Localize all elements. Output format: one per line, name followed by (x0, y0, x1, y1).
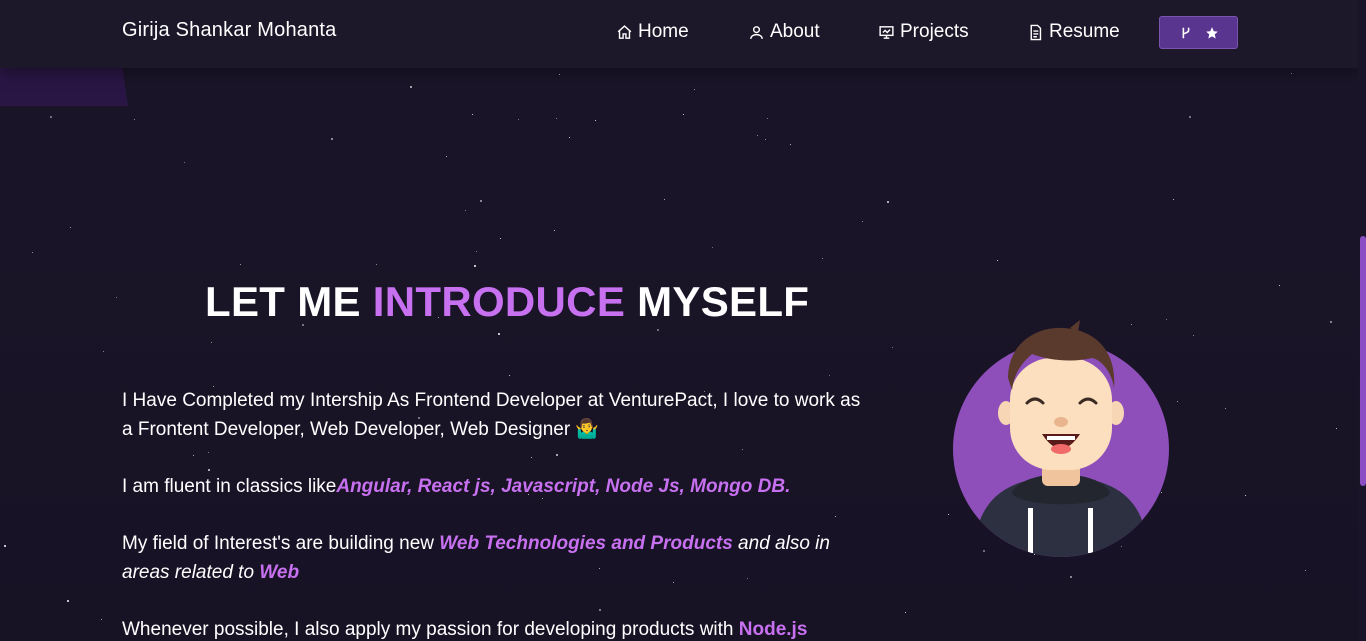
decorative-shape (0, 62, 128, 106)
star (498, 333, 500, 335)
star (509, 375, 511, 377)
star (1173, 199, 1175, 201)
skills-prefix: I am fluent in classics like (122, 476, 337, 497)
star (1245, 495, 1247, 497)
star (905, 612, 907, 614)
brand-logo[interactable]: Girija Shankar Mohanta (122, 19, 337, 42)
about-description: I Have Completed my Intership As Fronten… (122, 386, 867, 641)
star (829, 375, 831, 377)
star (67, 600, 69, 602)
star (767, 118, 769, 120)
nav-label-resume: Resume (1049, 21, 1120, 42)
nav-item-projects[interactable]: Projects (878, 21, 969, 43)
avatar-illustration (953, 320, 1169, 557)
star (683, 114, 685, 116)
star (103, 351, 105, 353)
interests-highlight-1: Web Technologies and Products (439, 533, 733, 554)
star (554, 230, 556, 232)
star (500, 238, 502, 240)
page: Girija Shankar Mohanta Home About Projec… (0, 0, 1366, 641)
star-icon (1205, 26, 1218, 38)
about-paragraph-4: Whenever possible, I also apply my passi… (122, 615, 867, 641)
star (712, 247, 714, 249)
star (70, 227, 72, 229)
star (997, 260, 999, 262)
home-icon (617, 24, 632, 39)
user-icon (750, 25, 763, 39)
star (50, 116, 52, 118)
about-paragraph-2: I am fluent in classics likeAngular, Rea… (122, 472, 867, 501)
interests-prefix: My field of Interest's are building new (122, 533, 440, 554)
star (887, 201, 889, 203)
nav-label-about: About (770, 21, 820, 42)
interests-highlight-2: Web (259, 562, 300, 583)
nav-item-resume[interactable]: Resume (1027, 21, 1120, 43)
projects-icon (879, 25, 894, 39)
star (765, 139, 767, 141)
nav-label-home: Home (638, 21, 689, 42)
about-paragraph-1: I Have Completed my Intership As Fronten… (122, 386, 867, 444)
section-heading: LET ME INTRODUCE MYSELF (205, 278, 809, 326)
star (1225, 408, 1227, 410)
star (410, 86, 412, 88)
star (1177, 401, 1179, 403)
star (556, 118, 558, 120)
passion-prefix: Whenever possible, I also apply my passi… (122, 619, 739, 640)
star (822, 258, 824, 260)
heading-accent: INTRODUCE (372, 278, 626, 325)
about-paragraph-3: My field of Interest's are building new … (122, 529, 867, 587)
star (518, 119, 520, 121)
star (1305, 570, 1307, 572)
star (476, 251, 478, 253)
star (446, 156, 448, 158)
github-fork-button[interactable] (1159, 16, 1238, 49)
star (472, 114, 474, 116)
star (1336, 428, 1338, 430)
star (211, 342, 213, 344)
star (569, 137, 571, 139)
nav-label-projects: Projects (900, 21, 969, 42)
star (474, 265, 476, 267)
nav-item-about[interactable]: About (748, 21, 820, 43)
star (757, 135, 759, 137)
star (1189, 116, 1191, 118)
star (331, 138, 333, 140)
navbar: Girija Shankar Mohanta Home About Projec… (0, 0, 1358, 68)
star (101, 619, 103, 621)
star (480, 200, 482, 202)
star (1291, 73, 1293, 75)
star (664, 199, 666, 201)
star (465, 210, 467, 212)
star (240, 264, 242, 266)
skills-list: Angular, React js, Javascript, Node Js, … (336, 476, 791, 497)
star (184, 162, 186, 164)
star (376, 264, 378, 266)
heading-part-1: LET ME (205, 278, 373, 325)
star (862, 221, 864, 223)
star (595, 120, 597, 122)
star (134, 119, 136, 121)
passion-highlight: Node.js (738, 619, 808, 640)
star (32, 252, 34, 254)
star (4, 545, 6, 547)
nav-item-home[interactable]: Home (616, 21, 689, 43)
star (1193, 335, 1195, 337)
star (948, 514, 950, 516)
star (1330, 321, 1332, 323)
star (559, 74, 561, 76)
star (657, 329, 659, 331)
star (694, 89, 696, 91)
star (116, 297, 118, 299)
star (790, 144, 792, 146)
about-intro-text: I Have Completed my Intership As Fronten… (122, 390, 861, 440)
star (1279, 285, 1281, 287)
star (892, 347, 894, 349)
heading-part-2: MYSELF (625, 278, 810, 325)
git-fork-icon (1182, 27, 1189, 38)
document-icon (1030, 24, 1042, 40)
star (1070, 576, 1072, 578)
scrollbar-thumb[interactable] (1360, 236, 1366, 486)
